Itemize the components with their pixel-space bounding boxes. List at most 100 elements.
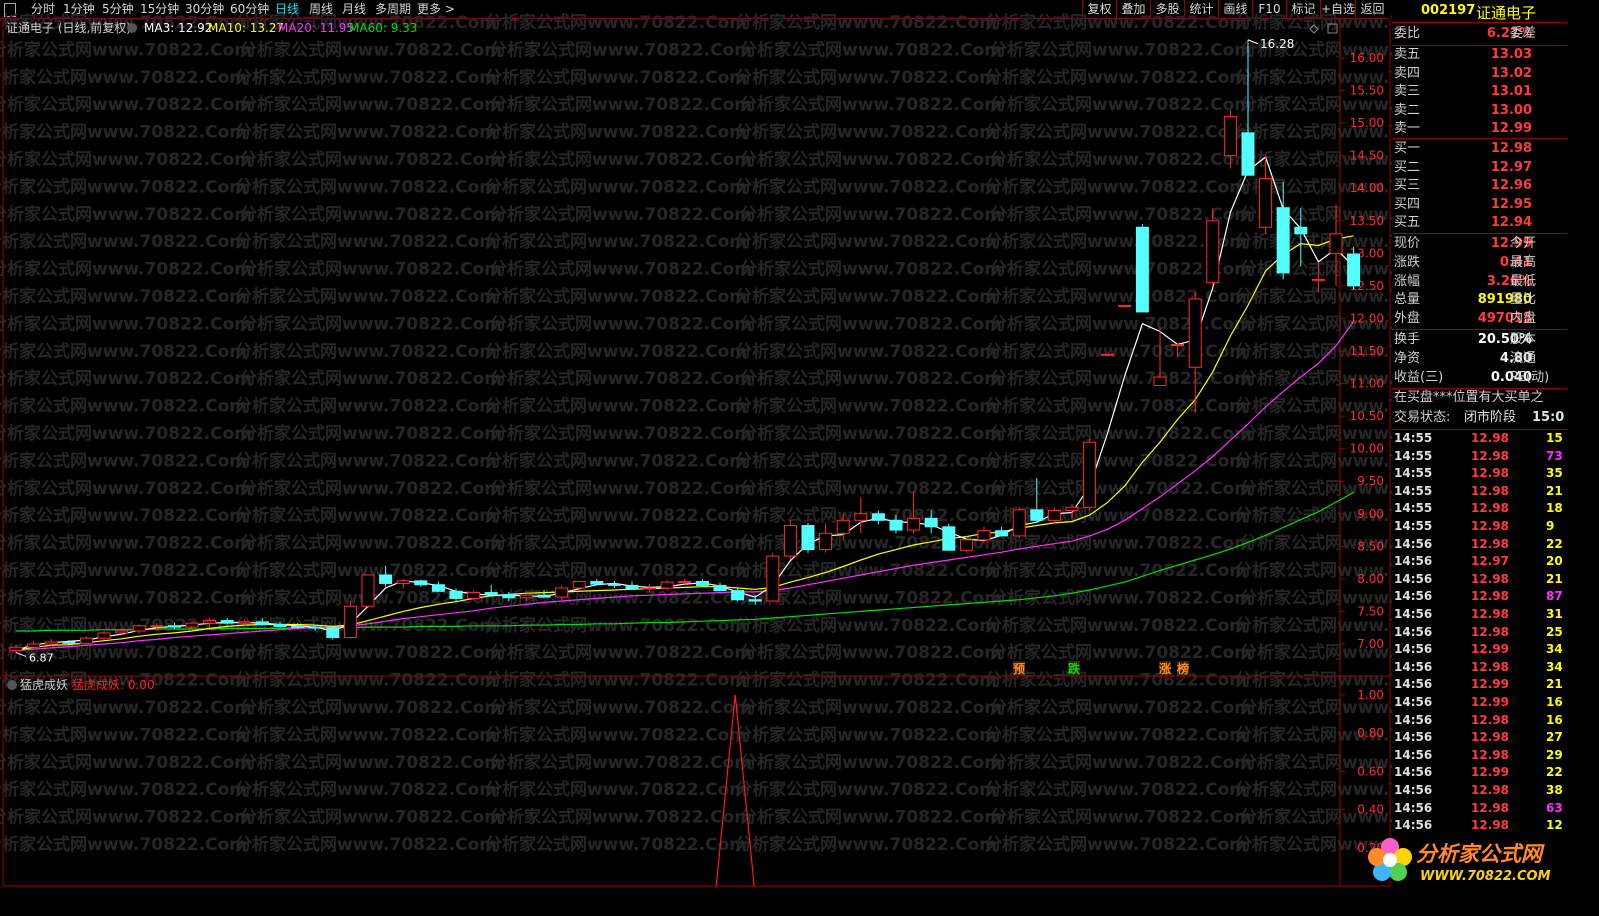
tick-row[interactable]: 14:56 12.99 34 [1392,641,1567,658]
watermark-text: 分析家公式网www.70822.Com [0,423,252,444]
tick-row[interactable]: 14:56 12.98 25 [1392,624,1567,641]
stock-name: 证通电子 [1476,4,1537,22]
watermark-text: 分析家公式网www.70822.Com [490,423,752,444]
tick-row[interactable]: 14:56 12.99 16 [1392,694,1567,711]
tick-row[interactable]: 14:56 12.98 34 [1392,659,1567,676]
tick-time: 14:56 [1394,747,1433,762]
watermark-text: 分析家公式网www.70822.Com [235,286,497,307]
tick-row[interactable]: 14:56 12.98 27 [1392,729,1567,746]
stat-row-right-label: 内盘 [1510,311,1537,327]
tick-price: 12.98 [1471,624,1509,639]
watermark-text: 分析家公式网www.70822.Com [235,176,497,197]
watermark-text: 分析家公式网www.70822.Com [485,450,747,471]
watermark-text: 分析家公式网www.70822.Com [985,176,1247,197]
tick-row[interactable]: 14:55 12.98 18 [1392,500,1567,517]
watermark-text: 分析家公式网www.70822.Com [740,642,1002,663]
tick-time: 14:56 [1394,659,1433,674]
tick-row[interactable]: 14:55 12.98 73 [1392,448,1567,465]
tick-row[interactable]: 14:56 12.98 31 [1392,606,1567,623]
tick-row[interactable]: 14:56 12.97 20 [1392,553,1567,570]
tick-list[interactable]: 14:55 12.98 15 14:55 12.98 73 14:55 12.98 35 14:5… [1392,430,1567,886]
tick-volume: 35 [1546,466,1563,481]
tick-time: 14:56 [1394,624,1433,639]
watermark-text: 分析家公式网www.70822.Com [0,286,247,307]
tick-time: 14:55 [1394,501,1433,516]
tick-row[interactable]: 14:56 12.98 63 [1392,800,1567,817]
price-tick-label: 12.00 [1350,311,1384,325]
stock-code: 002197 [1421,3,1476,18]
tick-row[interactable]: 14:55 12.98 21 [1392,483,1567,500]
watermark-text: 分析家公式网www.70822.Com [740,423,1002,444]
chart-title: 证通电子 (日线,前复权) [6,20,131,35]
watermark-text: 分析家公式网www.70822.Com [485,724,747,745]
tick-row[interactable]: 14:56 12.99 22 [1392,764,1567,781]
stat-row-label: 净资 [1394,350,1421,366]
tick-price: 12.98 [1471,483,1509,498]
stock-terminal-window: 分时 1分钟 5分钟 15分钟 30分钟 60分钟 日线 周线 月线 多周期 更… [0,0,1599,916]
price-tick-label: 11.50 [1350,344,1384,358]
candle-body-up [519,594,533,599]
tick-row[interactable]: 14:55 12.98 15 [1392,430,1567,447]
trade-status-value: 闭市阶段 [1464,410,1517,425]
tick-time: 14:56 [1394,554,1433,569]
stat-row: 涨跌 0.41 最高 [1392,254,1567,272]
candle-body-down [607,583,621,586]
watermark-text: 分析家公式网www.70822.Com [490,94,752,115]
tick-row[interactable]: 14:56 12.98 87 [1392,588,1567,605]
tick-row[interactable]: 14:55 12.98 35 [1392,465,1567,482]
watermark-text: 分析家公式网www.70822.Com [240,478,502,499]
flower-icon [1368,838,1412,881]
ask-level: 卖五 13.03 [1392,46,1567,64]
stat-row-right-label: 流通 [1510,350,1537,366]
watermark-text: 分析家公式网www.70822.Com [0,478,252,499]
tick-row[interactable]: 14:56 12.98 21 [1392,571,1567,588]
candle-body-down [273,623,287,627]
tick-row[interactable]: 14:56 12.99 21 [1392,676,1567,693]
signal-marker: 涨 [1159,661,1171,676]
watermark-text: 分析家公式网www.70822.Com [240,204,502,225]
watermark-text: 分析家公式网www.70822.Com [740,204,1002,225]
stat-row-right-label: 量比 [1510,292,1537,308]
tick-price: 12.98 [1471,571,1509,586]
watermark-text: 分析家公式网www.70822.Com [235,450,497,471]
watermark-text: 分析家公式网www.70822.Com [485,176,747,197]
tick-row[interactable]: 14:56 12.98 29 [1392,747,1567,764]
tick-price: 12.98 [1471,730,1509,745]
watermark-layer: 分析家公式网www.70822.Com分析家公式网www.70822.Com分析… [0,12,1392,855]
stat-row: 涨幅 3.26% 最低 [1392,273,1567,291]
candle-body-up [836,519,850,534]
high-label: 16.28 [1260,37,1294,51]
price-tick-label: 8.50 [1357,539,1384,553]
candle-body-down [220,620,234,624]
ask-level-value: 13.02 [1490,65,1532,81]
indicator-dropdown-icon[interactable] [7,680,17,690]
tick-price: 12.98 [1471,783,1509,797]
candle-body-down [1135,226,1149,313]
stat-row-label: 外盘 [1394,311,1421,327]
price-tick-label: 8.00 [1357,572,1384,586]
kline-chart[interactable]: 分析家公式网www.70822.Com分析家公式网www.70822.Com分析… [0,0,1392,916]
tick-row[interactable]: 14:55 12.98 9 [1392,518,1567,535]
watermark-text: 分析家公式网www.70822.Com [735,450,997,471]
candle-body-up [854,513,868,521]
watermark-text: 分析家公式网www.70822.Com [485,779,747,800]
watermark-text: 分析家公式网www.70822.Com [0,560,247,581]
tick-volume: 15 [1546,431,1563,445]
watermark-text: 分析家公式网www.70822.Com [485,122,747,143]
tick-row[interactable]: 14:56 12.98 38 [1392,782,1567,799]
candle-body-up [977,530,991,541]
watermark-text: 分析家公式网www.70822.Com [0,39,252,60]
tick-volume: 18 [1546,501,1563,516]
title-dropdown-icon[interactable] [127,23,137,33]
watermark-text: 分析家公式网www.70822.Com [235,122,497,143]
ask-level-value: 12.99 [1490,121,1532,136]
weibi-label: 委比 [1394,26,1421,41]
bid-level-label: 买二 [1394,159,1421,175]
stat-row: 收益(三) 0.040 PE(动) [1392,369,1567,387]
candle-body-up [1118,304,1132,307]
tick-row[interactable]: 14:56 12.98 22 [1392,536,1567,553]
candle-body-up [643,587,657,590]
watermark-text: 分析家公式网www.70822.Com [485,396,747,417]
tick-row[interactable]: 14:56 12.98 16 [1392,712,1567,729]
watermark-text: 分析家公式网www.70822.Com [740,94,1002,115]
